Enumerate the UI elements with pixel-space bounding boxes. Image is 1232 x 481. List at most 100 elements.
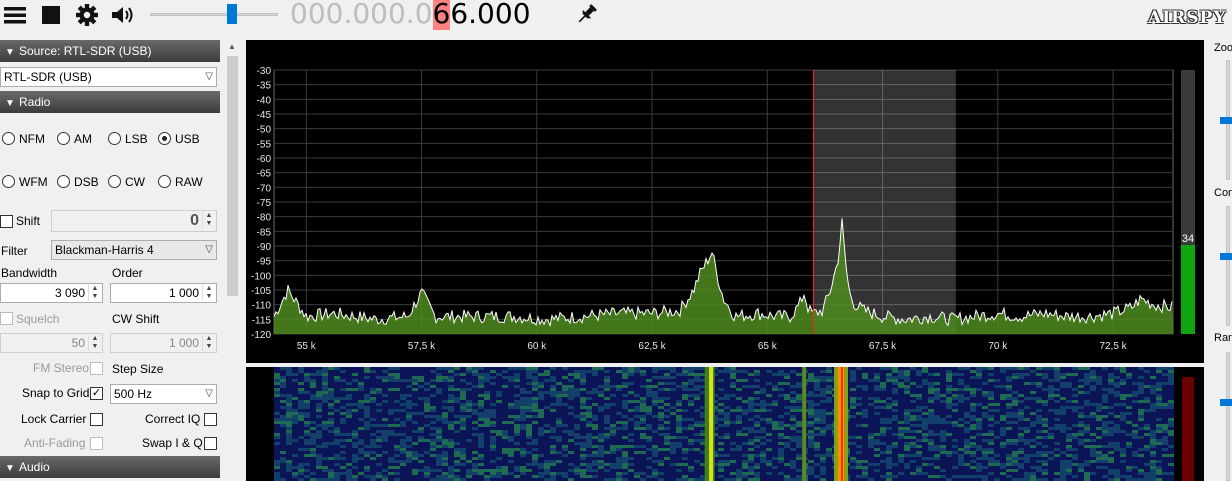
waterfall-noise-cell bbox=[574, 376, 580, 379]
snap-to-grid-checkbox[interactable]: ✓ bbox=[90, 387, 103, 400]
fmstereo-checkbox[interactable] bbox=[90, 362, 103, 375]
cwshift-input[interactable]: 1 000 ▲ ▼ bbox=[110, 333, 217, 353]
hamburger-menu-icon[interactable] bbox=[2, 3, 28, 27]
waterfall-noise-cell bbox=[436, 379, 442, 382]
waterfall-noise-cell bbox=[718, 469, 724, 472]
mode-radio-raw[interactable] bbox=[158, 175, 171, 188]
waterfall-noise-cell bbox=[1084, 472, 1090, 475]
waterfall-noise-cell bbox=[1090, 385, 1096, 388]
waterfall-noise-cell bbox=[970, 406, 976, 409]
waterfall-noise-cell bbox=[298, 382, 304, 385]
order-input[interactable]: 1 000 ▲ ▼ bbox=[110, 283, 217, 303]
contrast-slider-track[interactable] bbox=[1226, 206, 1230, 326]
waterfall-signal-trace bbox=[802, 367, 807, 481]
waterfall-noise-cell bbox=[592, 451, 598, 454]
waterfall-noise-cell bbox=[1006, 457, 1012, 460]
frequency-digit-hover[interactable]: 6 bbox=[432, 0, 451, 30]
waterfall-noise-cell bbox=[616, 388, 622, 391]
waterfall-noise-cell bbox=[850, 403, 856, 406]
mode-radio-wfm[interactable] bbox=[2, 175, 15, 188]
lock-carrier-checkbox[interactable] bbox=[90, 413, 103, 426]
shift-input[interactable]: 0 ▲ ▼ bbox=[51, 210, 217, 232]
spin-updown-icon[interactable]: ▲ ▼ bbox=[202, 285, 215, 301]
scroll-up-icon[interactable]: ▲ bbox=[228, 42, 236, 51]
mode-radio-dsb[interactable] bbox=[57, 175, 70, 188]
waterfall-noise-cell bbox=[598, 385, 604, 388]
waterfall-noise-cell bbox=[526, 436, 532, 439]
waterfall-noise-cell bbox=[310, 427, 316, 430]
radio-section-header[interactable]: ▼ Radio bbox=[0, 91, 220, 113]
mode-radio-nfm[interactable] bbox=[2, 132, 15, 145]
panel-scrollbar-thumb[interactable] bbox=[227, 56, 238, 296]
waterfall-noise-cell bbox=[910, 409, 916, 412]
waterfall-noise-cell bbox=[808, 412, 814, 415]
correct-iq-checkbox[interactable] bbox=[204, 413, 217, 426]
mode-radio-cw[interactable] bbox=[108, 175, 121, 188]
waterfall-noise-cell bbox=[508, 367, 514, 370]
range-slider-track[interactable] bbox=[1226, 352, 1230, 481]
audio-section-header[interactable]: ▼ Audio bbox=[0, 456, 220, 478]
waterfall-noise-cell bbox=[1156, 400, 1162, 403]
bandwidth-input[interactable]: 3 090 ▲ ▼ bbox=[0, 283, 103, 303]
waterfall-noise-cell bbox=[1018, 376, 1024, 379]
waterfall-noise-cell bbox=[1042, 451, 1048, 454]
speaker-icon[interactable] bbox=[109, 3, 135, 27]
frequency-display[interactable]: 000.000.066.000 bbox=[290, 0, 531, 31]
waterfall-noise-cell bbox=[898, 430, 904, 433]
source-section-header[interactable]: ▼ Source: RTL-SDR (USB) bbox=[0, 40, 220, 62]
volume-slider-thumb[interactable] bbox=[227, 4, 237, 24]
waterfall-noise-cell bbox=[430, 385, 436, 388]
spin-updown-icon[interactable]: ▲ ▼ bbox=[88, 335, 101, 351]
waterfall-noise-cell bbox=[412, 451, 418, 454]
waterfall-noise-cell bbox=[556, 391, 562, 394]
waterfall-noise-cell bbox=[460, 391, 466, 394]
swap-iq-checkbox[interactable] bbox=[204, 437, 217, 450]
spectrum-analyzer[interactable]: -30-35-40-45-50-55-60-65-70-75-80-85-90-… bbox=[246, 40, 1204, 363]
waterfall-noise-cell bbox=[784, 445, 790, 448]
waterfall-noise-cell bbox=[352, 403, 358, 406]
waterfall-noise-cell bbox=[340, 421, 346, 424]
waterfall-noise-cell bbox=[1162, 436, 1168, 439]
waterfall-noise-cell bbox=[916, 409, 922, 412]
gear-icon[interactable] bbox=[74, 3, 100, 27]
mode-radio-lsb[interactable] bbox=[108, 132, 121, 145]
zoom-slider-thumb[interactable] bbox=[1220, 117, 1232, 124]
source-device-select[interactable]: RTL-SDR (USB) ▽ bbox=[0, 67, 217, 87]
waterfall-noise-cell bbox=[790, 415, 796, 418]
stop-icon[interactable] bbox=[38, 3, 64, 27]
waterfall-noise-cell bbox=[646, 424, 652, 427]
waterfall-display[interactable] bbox=[246, 367, 1204, 481]
range-slider-thumb[interactable] bbox=[1220, 399, 1232, 406]
waterfall-noise-cell bbox=[364, 421, 370, 424]
waterfall-noise-cell bbox=[958, 382, 964, 385]
mode-radio-usb[interactable] bbox=[158, 132, 171, 145]
x-tick-label: 60 k bbox=[527, 341, 547, 352]
waterfall-noise-cell bbox=[820, 370, 826, 373]
waterfall-noise-cell bbox=[1054, 427, 1060, 430]
waterfall-noise-cell bbox=[376, 388, 382, 391]
squelch-checkbox[interactable] bbox=[0, 312, 13, 325]
contrast-slider-thumb[interactable] bbox=[1220, 253, 1232, 260]
chevron-down-icon: ▽ bbox=[205, 71, 213, 82]
waterfall-noise-cell bbox=[1072, 433, 1078, 436]
waterfall-noise-cell bbox=[718, 379, 724, 382]
waterfall-noise-cell bbox=[472, 421, 478, 424]
filter-select[interactable]: Blackman-Harris 4 ▽ bbox=[51, 240, 217, 260]
squelch-input[interactable]: 50 ▲ ▼ bbox=[0, 333, 103, 353]
anti-fading-checkbox[interactable] bbox=[90, 437, 103, 450]
waterfall-noise-cell bbox=[952, 439, 958, 442]
waterfall-noise-cell bbox=[1084, 403, 1090, 406]
shift-checkbox[interactable] bbox=[0, 215, 13, 228]
waterfall-noise-cell bbox=[1006, 394, 1012, 397]
panel-scrollbar[interactable]: ▲ bbox=[224, 40, 241, 481]
spin-updown-icon[interactable]: ▲ ▼ bbox=[202, 335, 215, 351]
waterfall-noise-cell bbox=[280, 376, 286, 379]
spin-updown-icon[interactable]: ▲ ▼ bbox=[88, 285, 101, 301]
mode-radio-am[interactable] bbox=[57, 132, 70, 145]
step-size-select[interactable]: 500 Hz ▽ bbox=[110, 384, 217, 404]
pin-icon[interactable] bbox=[574, 2, 600, 26]
waterfall-noise-cell bbox=[898, 427, 904, 430]
waterfall-noise-cell bbox=[1018, 418, 1024, 421]
volume-slider[interactable] bbox=[150, 4, 280, 26]
spin-updown-icon[interactable]: ▲ ▼ bbox=[202, 212, 215, 228]
